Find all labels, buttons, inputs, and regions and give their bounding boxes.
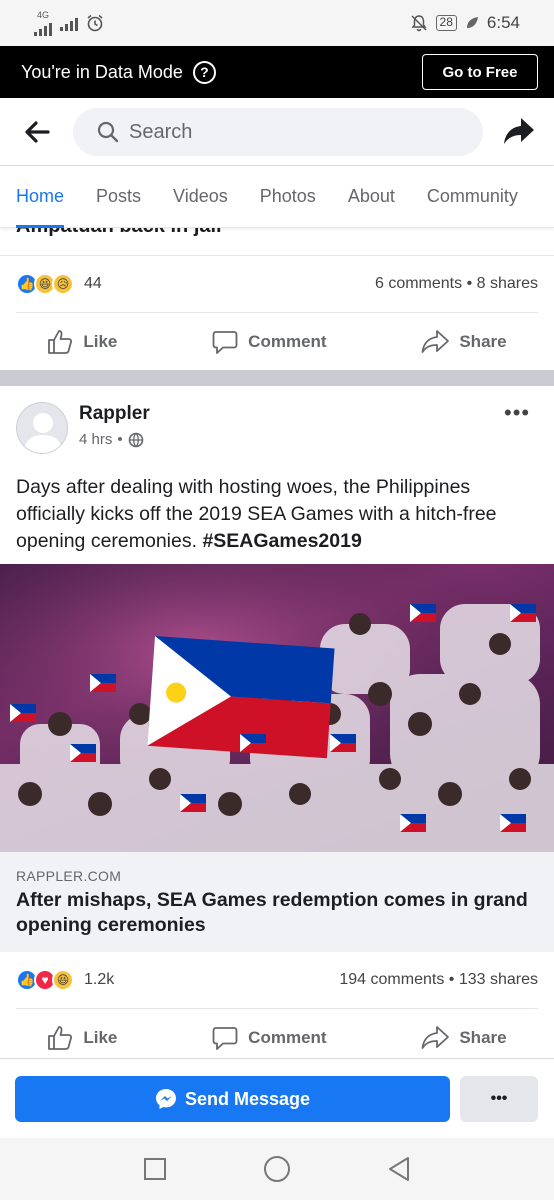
go-to-free-button[interactable]: Go to Free — [422, 54, 538, 90]
link-domain: RAPPLER.COM — [16, 868, 122, 884]
like-button[interactable]: Like — [47, 329, 117, 355]
like-button[interactable]: Like — [47, 1025, 117, 1051]
system-nav-bar — [0, 1138, 554, 1200]
tab-about[interactable]: About — [348, 166, 395, 228]
prev-post-actions: Like Comment Share — [0, 314, 554, 370]
search-input[interactable]: Search — [73, 108, 483, 156]
post-text: Days after dealing with hosting woes, th… — [16, 474, 542, 555]
signal-icon-2 — [60, 15, 78, 31]
comment-label: Comment — [248, 1028, 327, 1047]
post-time[interactable]: 4 hrs — [79, 431, 112, 448]
back-arrow-icon[interactable] — [24, 120, 50, 144]
network-type-label: 4G — [36, 9, 49, 20]
engagement-stats: 6 comments • 8 shares — [375, 275, 538, 293]
prev-post-reactions: 👍 😆 😥 44 6 comments • 8 shares — [16, 269, 538, 299]
like-label: Like — [83, 332, 118, 351]
page-avatar[interactable] — [16, 402, 68, 454]
alarm-icon — [87, 14, 103, 32]
globe-icon — [128, 432, 143, 447]
comment-icon — [212, 331, 238, 354]
notifications-off-icon — [411, 15, 427, 32]
tab-videos[interactable]: Videos — [173, 166, 228, 228]
engagement-stats: 194 comments • 133 shares — [339, 971, 538, 989]
tab-home[interactable]: Home — [16, 166, 65, 228]
default-avatar-icon — [23, 413, 63, 453]
like-label: Like — [83, 1028, 118, 1047]
tab-community[interactable]: Community — [427, 166, 518, 228]
post-meta: 4 hrs • — [79, 431, 144, 448]
thumbs-up-icon — [48, 330, 73, 354]
more-options-button[interactable]: ••• — [460, 1076, 538, 1122]
share-page-icon[interactable] — [503, 116, 535, 146]
divider — [16, 312, 538, 313]
reaction-icons[interactable]: 👍 😆 😥 44 — [16, 273, 102, 295]
post-separator — [0, 370, 554, 386]
comment-button[interactable]: Comment — [212, 1025, 327, 1051]
comment-button[interactable]: Comment — [212, 329, 327, 355]
comment-icon — [212, 1027, 238, 1050]
recent-apps-icon[interactable] — [143, 1157, 167, 1181]
send-message-label: Send Message — [184, 1088, 311, 1109]
divider — [0, 255, 554, 256]
share-label: Share — [459, 332, 507, 351]
share-label: Share — [459, 1028, 507, 1047]
link-preview[interactable]: RAPPLER.COM After mishaps, SEA Games red… — [0, 852, 554, 952]
search-placeholder: Search — [129, 120, 193, 143]
battery-icon: 28 — [435, 15, 457, 31]
messenger-icon — [155, 1089, 176, 1109]
search-icon — [97, 121, 119, 143]
link-title: After mishaps, SEA Games redemption come… — [16, 889, 528, 936]
status-bar: 4G 28 6:54 — [0, 0, 554, 46]
message-bar: Send Message ••• — [0, 1058, 554, 1138]
tab-posts[interactable]: Posts — [96, 166, 141, 228]
reaction-icons[interactable]: 👍 ♥ 😆 1.2k — [16, 969, 114, 991]
share-icon — [421, 1026, 450, 1049]
network-indicator: 4G — [34, 9, 52, 36]
comments-count[interactable]: 194 comments — [339, 971, 444, 988]
send-message-button[interactable]: Send Message — [15, 1076, 450, 1122]
data-mode-info: You're in Data Mode ? — [21, 60, 216, 84]
reaction-count: 1.2k — [84, 971, 115, 988]
ceremony-photo-illustration — [0, 564, 554, 852]
reaction-count: 44 — [84, 275, 102, 292]
shares-count[interactable]: 133 shares — [459, 971, 538, 988]
meta-separator: • — [117, 431, 123, 448]
tab-photos[interactable]: Photos — [260, 166, 316, 228]
search-header: Search — [0, 98, 554, 166]
thumbs-up-icon — [48, 1026, 73, 1050]
leaf-icon — [466, 17, 478, 28]
shares-count[interactable]: 8 shares — [477, 275, 538, 292]
share-icon — [421, 330, 450, 353]
status-right: 28 6:54 — [410, 13, 520, 33]
share-button[interactable]: Share — [421, 1025, 507, 1051]
home-icon[interactable] — [263, 1155, 291, 1183]
page-name[interactable]: Rappler — [79, 403, 150, 425]
comment-label: Comment — [248, 332, 327, 351]
post-photo[interactable] — [0, 564, 554, 852]
stats-separator: • — [448, 971, 455, 988]
haha-reaction-icon: 😆 — [52, 969, 74, 991]
hashtag-link[interactable]: #SEAGames2019 — [202, 530, 361, 552]
data-mode-banner: You're in Data Mode ? Go to Free — [0, 46, 554, 98]
post-reactions: 👍 ♥ 😆 1.2k 194 comments • 133 shares — [16, 965, 538, 995]
post-options-button[interactable]: ••• — [504, 400, 530, 426]
data-mode-message: You're in Data Mode — [21, 61, 183, 82]
status-left: 4G — [34, 9, 104, 36]
page-tabs: Home Posts Videos Photos About Community — [0, 166, 554, 228]
help-icon[interactable]: ? — [192, 60, 216, 84]
divider — [16, 1008, 538, 1009]
comments-count[interactable]: 6 comments — [375, 275, 462, 292]
signal-icon — [34, 20, 52, 36]
sad-reaction-icon: 😥 — [52, 273, 74, 295]
share-button[interactable]: Share — [421, 329, 507, 355]
back-icon[interactable] — [387, 1156, 411, 1182]
stats-separator: • — [466, 275, 473, 292]
clock: 6:54 — [486, 13, 520, 32]
